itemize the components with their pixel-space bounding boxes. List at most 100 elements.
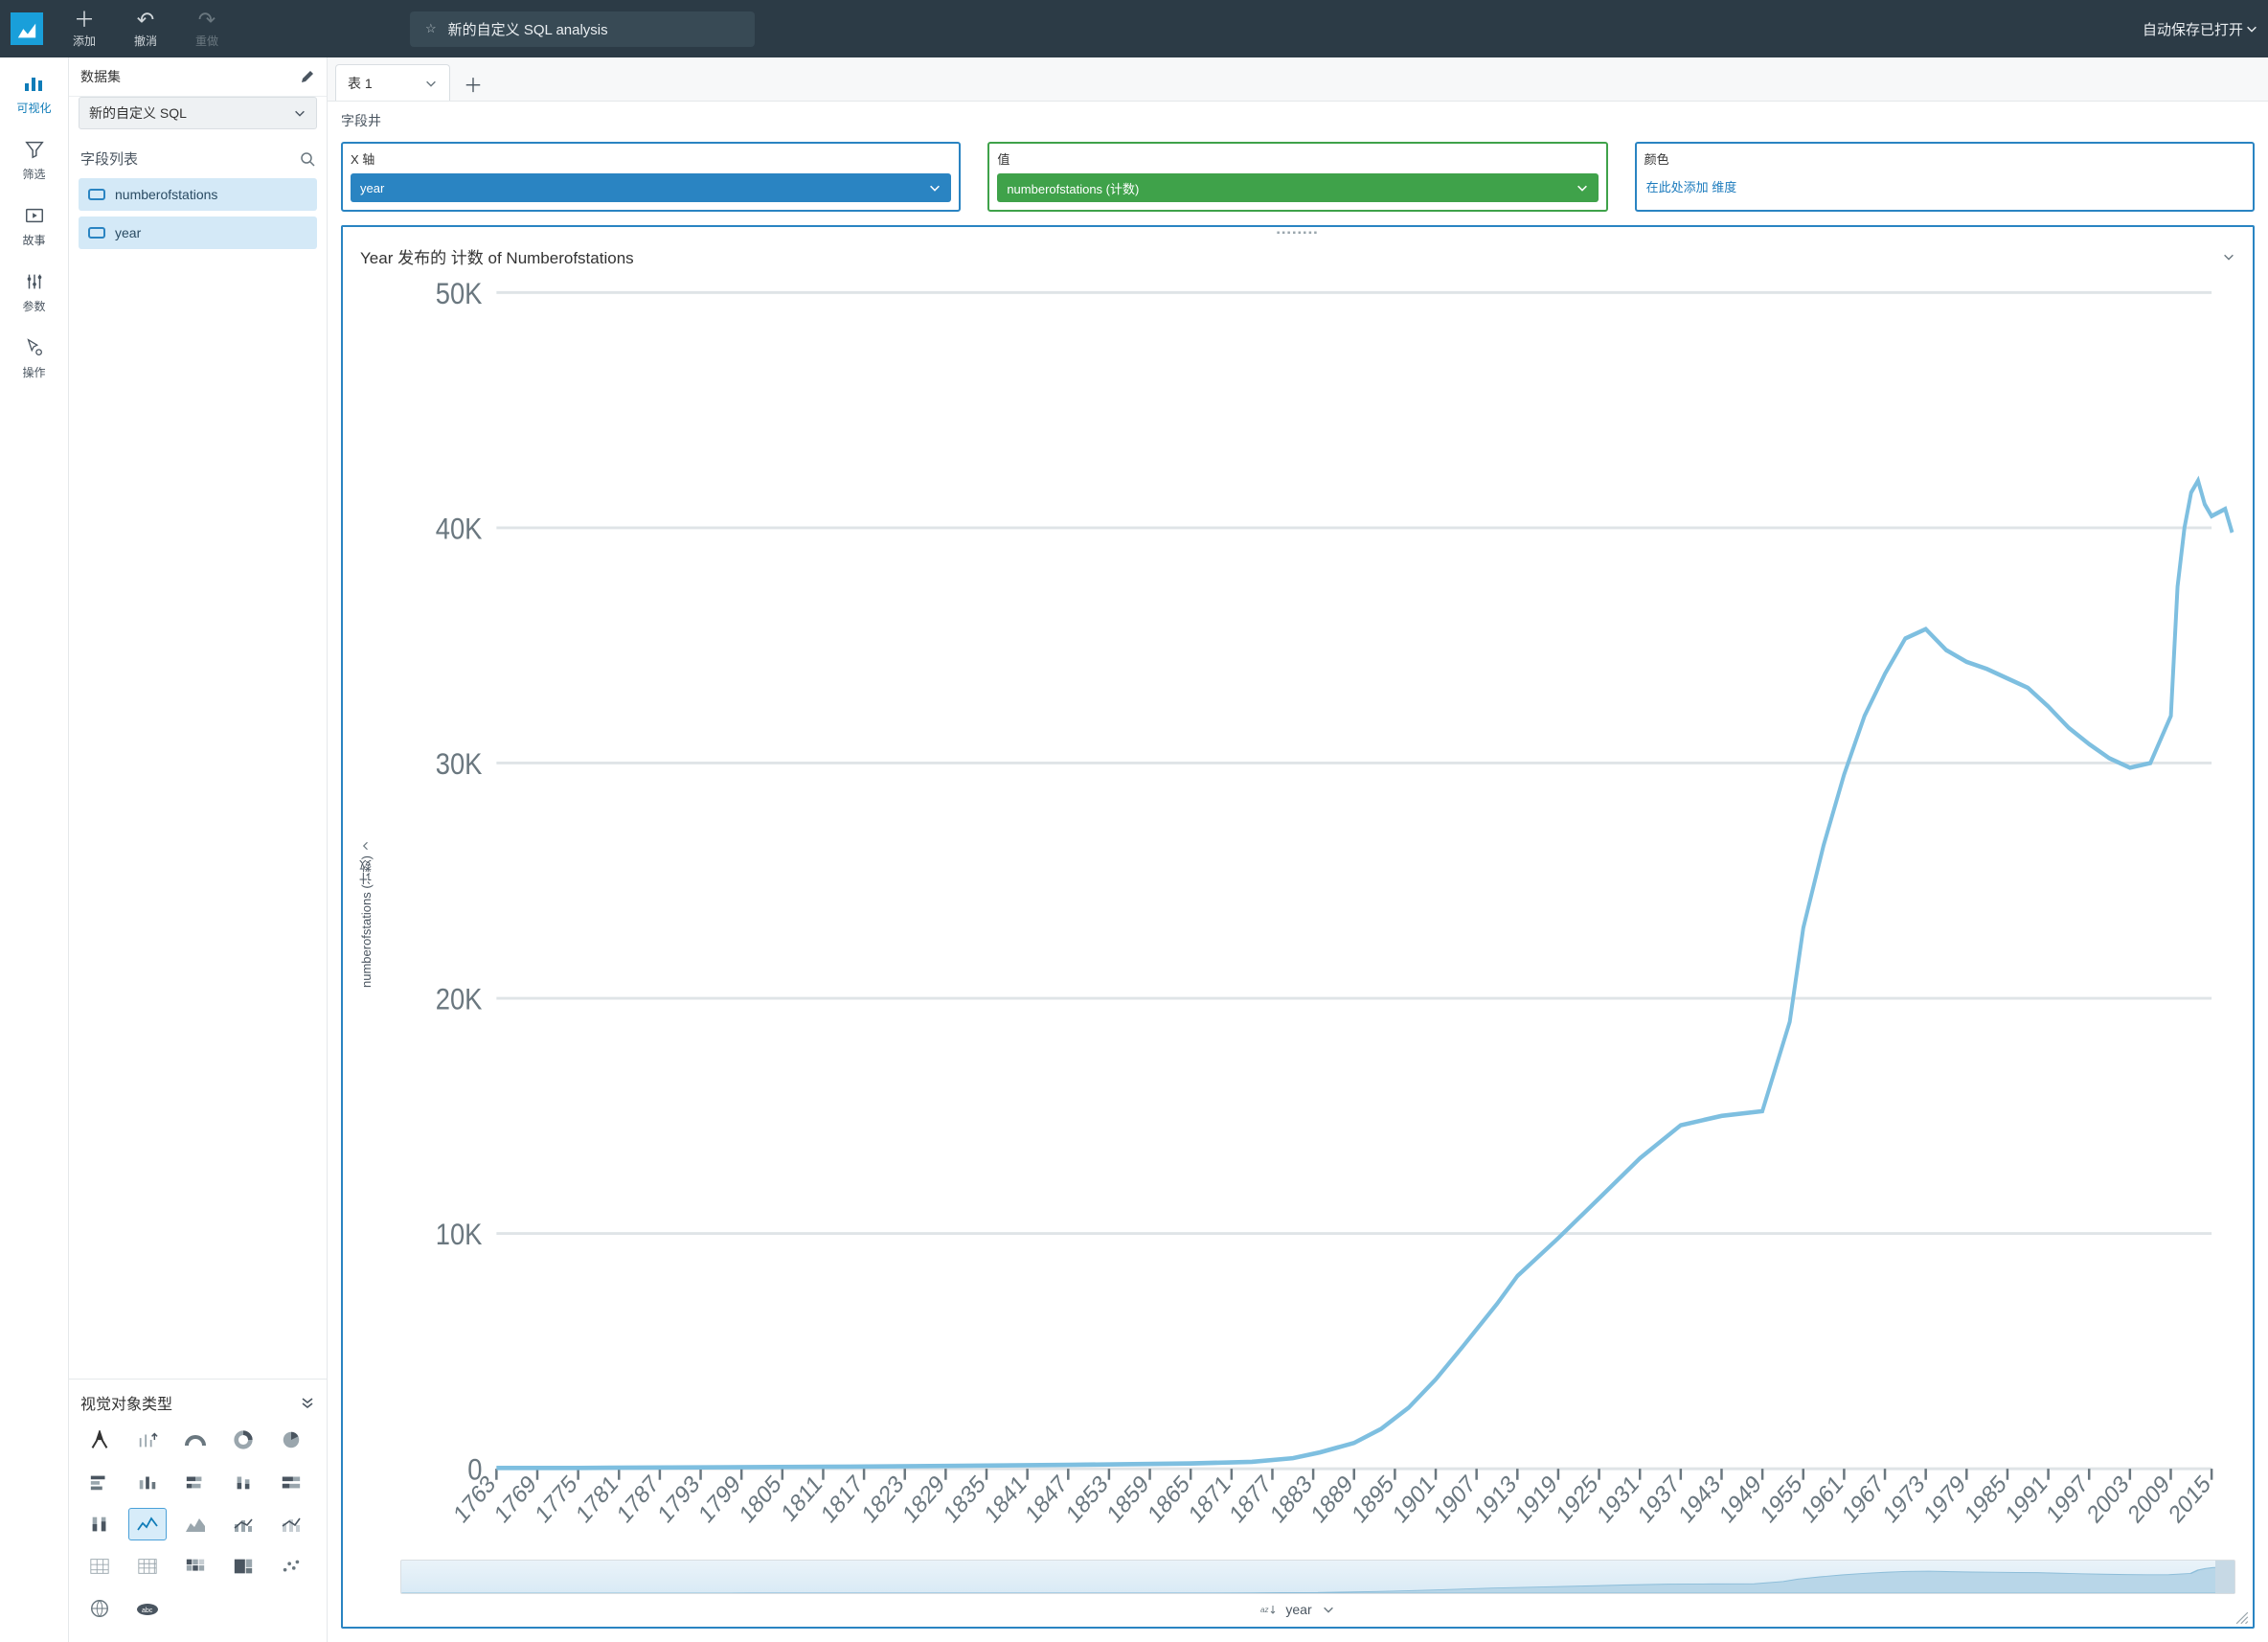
rail-parameters[interactable]: 参数 — [22, 269, 47, 314]
vt-combo2[interactable] — [272, 1508, 310, 1540]
svg-text:1979: 1979 — [1919, 1471, 1970, 1529]
vt-hstack[interactable] — [176, 1466, 215, 1498]
well-color-placeholder[interactable]: 在此处添加 维度 — [1644, 173, 2245, 199]
rail-filter[interactable]: 筛选 — [22, 137, 47, 182]
field-numberofstations[interactable]: numberofstations — [79, 178, 317, 211]
drag-handle[interactable]: ▪▪▪▪▪▪▪▪ — [343, 227, 2253, 239]
sheet-tab-1[interactable]: 表 1 — [335, 64, 450, 101]
svg-text:40K: 40K — [436, 513, 483, 546]
undo-button[interactable]: ↶ 撤消 — [115, 0, 176, 57]
x-range-scroller[interactable] — [400, 1560, 2235, 1594]
vt-h100[interactable] — [272, 1466, 310, 1498]
vt-vbar[interactable] — [128, 1466, 167, 1498]
rail-story[interactable]: 故事 — [22, 203, 47, 248]
redo-button[interactable]: ↷ 重做 — [176, 0, 238, 57]
vt-treemap[interactable] — [224, 1550, 262, 1583]
svg-text:1931: 1931 — [1593, 1471, 1644, 1529]
rail-visualize-label: 可视化 — [16, 100, 51, 116]
dataset-select-value: 新的自定义 SQL — [89, 103, 187, 123]
svg-text:abc: abc — [142, 1608, 153, 1614]
chart-visual[interactable]: ▪▪▪▪▪▪▪▪ Year 发布的 计数 of Numberofstations… — [341, 225, 2255, 1629]
well-color[interactable]: 颜色 在此处添加 维度 — [1635, 142, 2255, 212]
svg-text:1769: 1769 — [490, 1471, 541, 1529]
svg-text:1991: 1991 — [2002, 1471, 2053, 1529]
rail-actions[interactable]: 操作 — [22, 335, 47, 380]
svg-text:1985: 1985 — [1961, 1471, 2011, 1529]
plot-area[interactable]: 010K20K30K40K50K176317691775178117871793… — [377, 276, 2235, 1552]
app-logo[interactable] — [0, 0, 54, 57]
svg-text:1835: 1835 — [940, 1471, 990, 1529]
pointer-gear-icon — [22, 335, 47, 360]
add-sheet-button[interactable]: ＋ — [456, 66, 490, 101]
star-icon[interactable]: ☆ — [425, 21, 437, 36]
autosave-indicator[interactable]: 自动保存已打开 — [2143, 19, 2258, 39]
analysis-title-pill[interactable]: ☆ 新的自定义 SQL analysis — [410, 11, 755, 47]
svg-text:50K: 50K — [436, 277, 483, 310]
vt-geo[interactable] — [80, 1592, 119, 1625]
svg-text:1961: 1961 — [1798, 1471, 1848, 1529]
add-button[interactable]: ＋ 添加 — [54, 0, 115, 57]
field-type-icon — [88, 227, 105, 239]
vt-table[interactable] — [128, 1550, 167, 1583]
visual-types-heading: 视觉对象类型 — [80, 1391, 172, 1414]
vt-line[interactable] — [128, 1508, 167, 1540]
field-label: numberofstations — [115, 187, 217, 202]
resize-handle[interactable] — [2235, 1611, 2249, 1625]
vt-pie[interactable] — [272, 1424, 310, 1456]
y-axis-label[interactable]: numberofstations (计数) — [357, 840, 375, 988]
vt-scatter[interactable] — [272, 1550, 310, 1583]
svg-text:1895: 1895 — [1348, 1471, 1398, 1529]
vt-combo[interactable] — [224, 1508, 262, 1540]
well-x-axis[interactable]: X 轴 year — [341, 142, 961, 212]
vt-area[interactable] — [176, 1508, 215, 1540]
vt-v100[interactable] — [80, 1508, 119, 1540]
well-color-label: 颜色 — [1644, 149, 2245, 168]
svg-text:1829: 1829 — [898, 1471, 949, 1529]
pill-x-value[interactable]: year — [351, 173, 951, 202]
vt-pivot[interactable] — [80, 1550, 119, 1583]
vt-wordcloud[interactable]: abc — [128, 1592, 167, 1625]
svg-text:1775: 1775 — [532, 1471, 582, 1529]
rail-parameters-label: 参数 — [22, 298, 45, 314]
pill-value[interactable]: numberofstations (计数) — [997, 173, 1598, 202]
svg-text:1787: 1787 — [613, 1471, 664, 1529]
chart-title: Year 发布的 计数 of Numberofstations — [360, 244, 634, 268]
svg-text:20K: 20K — [436, 983, 483, 1016]
chevron-right-icon — [360, 840, 372, 852]
svg-text:1943: 1943 — [1675, 1471, 1726, 1529]
svg-text:1811: 1811 — [778, 1471, 828, 1528]
svg-text:1997: 1997 — [2042, 1471, 2093, 1529]
svg-text:1973: 1973 — [1879, 1471, 1930, 1529]
x-axis-label[interactable]: az year — [343, 1594, 2253, 1627]
vt-auto[interactable] — [80, 1424, 119, 1456]
vt-heatmap[interactable] — [176, 1550, 215, 1583]
rail-visualize[interactable]: 可视化 — [16, 71, 51, 116]
vt-donut[interactable] — [224, 1424, 262, 1456]
field-year[interactable]: year — [79, 217, 317, 249]
dataset-select[interactable]: 新的自定义 SQL — [79, 97, 317, 129]
svg-text:1799: 1799 — [694, 1471, 745, 1529]
field-type-icon — [88, 189, 105, 200]
left-icon-rail: 可视化 筛选 故事 参数 操作 — [0, 57, 69, 1642]
vt-gauge[interactable] — [176, 1424, 215, 1456]
chart-menu-button[interactable] — [2222, 250, 2235, 263]
vt-vstack[interactable] — [224, 1466, 262, 1498]
svg-text:1955: 1955 — [1757, 1471, 1807, 1529]
data-panel: 数据集 新的自定义 SQL 字段列表 numberofstations year — [69, 57, 328, 1642]
well-value[interactable]: 值 numberofstations (计数) — [987, 142, 1607, 212]
field-wells-heading: 字段井 — [328, 102, 2268, 134]
vt-kpi[interactable] — [128, 1424, 167, 1456]
collapse-visual-types[interactable] — [300, 1395, 315, 1410]
pencil-icon — [300, 69, 315, 84]
search-fields-button[interactable] — [300, 151, 315, 167]
scroller-handle[interactable] — [2215, 1561, 2234, 1593]
svg-text:1913: 1913 — [1470, 1471, 1521, 1529]
svg-text:1793: 1793 — [654, 1471, 705, 1529]
svg-text:1817: 1817 — [817, 1471, 868, 1529]
filter-icon — [22, 137, 47, 162]
visual-types-grid: abc — [80, 1424, 315, 1625]
edit-dataset-button[interactable] — [300, 69, 315, 84]
svg-text:1841: 1841 — [981, 1471, 1032, 1529]
add-label: 添加 — [73, 33, 96, 49]
vt-hbar[interactable] — [80, 1466, 119, 1498]
